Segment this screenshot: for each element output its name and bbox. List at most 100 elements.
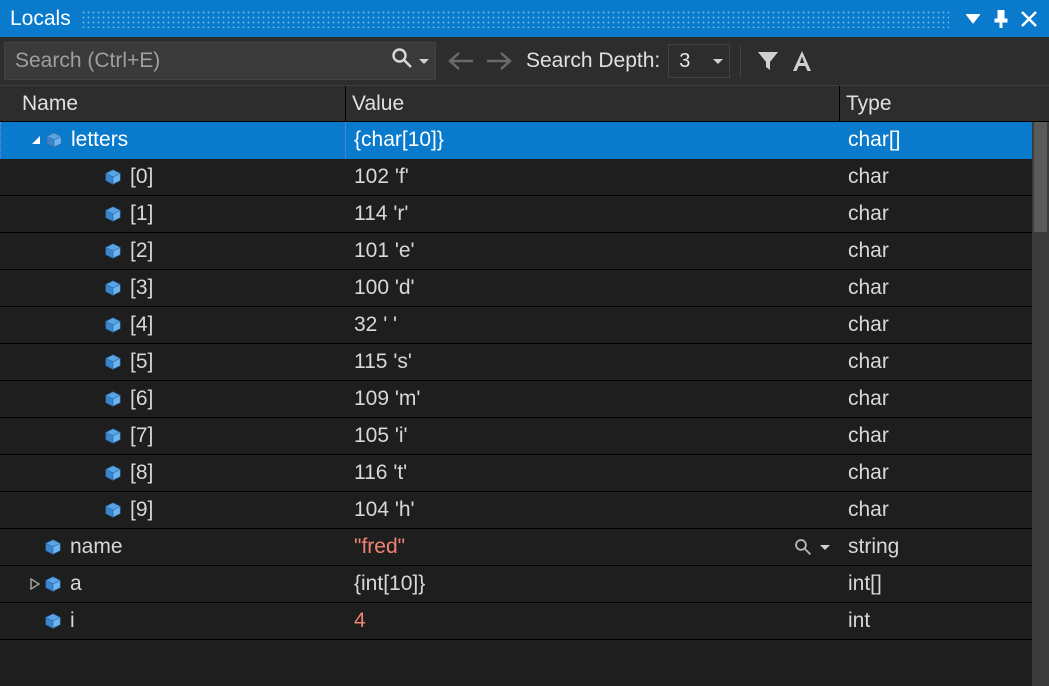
variable-row[interactable]: [4] 32 ' ' char [0, 307, 1049, 344]
variable-row[interactable]: [1]114 'r'char [0, 196, 1049, 233]
search-icon[interactable] [391, 47, 413, 75]
close-button[interactable] [1015, 5, 1043, 33]
column-headers: Name Value Type [0, 86, 1049, 122]
variable-value: 101 'e' [354, 239, 415, 263]
type-cell: char [840, 233, 1008, 269]
variable-row[interactable]: [3] 100 'd' char [0, 270, 1049, 307]
expander-icon [88, 207, 102, 221]
name-cell: [3] [0, 270, 346, 306]
filter-button[interactable] [751, 42, 785, 80]
header-value[interactable]: Value [346, 86, 840, 121]
variable-row[interactable]: [8] 116 't'char [0, 455, 1049, 492]
variable-row[interactable]: a {int[10]} int[] [0, 566, 1049, 603]
letter-a-icon [790, 49, 814, 73]
expander-icon [88, 318, 102, 332]
titlebar-grip[interactable] [81, 10, 949, 28]
expander-icon [88, 244, 102, 258]
search-dropdown-icon[interactable] [419, 59, 429, 64]
value-cell[interactable]: 115 's' [346, 344, 840, 380]
field-icon [104, 242, 122, 260]
type-cell: char [840, 270, 1008, 306]
field-icon [104, 168, 122, 186]
variables-grid: letters{char[10]}char[][0]102 'f'char[1]… [0, 122, 1049, 686]
search-depth-combo[interactable]: 3 [668, 44, 730, 78]
variable-row[interactable]: [7]105 'i'char [0, 418, 1049, 455]
name-cell: [2] [0, 233, 346, 269]
variable-row[interactable]: [9] 104 'h'char [0, 492, 1049, 529]
variable-name: [1] [130, 202, 153, 226]
value-cell[interactable]: 32 ' ' [346, 307, 840, 343]
header-type[interactable]: Type [840, 86, 1008, 121]
field-icon [104, 464, 122, 482]
search-next-button[interactable] [480, 42, 518, 80]
header-name[interactable]: Name [16, 86, 346, 121]
value-cell[interactable]: 109 'm' [346, 381, 840, 417]
type-cell: char [840, 455, 1008, 491]
value-cell[interactable]: 4 [346, 603, 840, 639]
type-cell: char [840, 492, 1008, 528]
pin-button[interactable] [987, 5, 1015, 33]
variable-type: char [848, 350, 889, 374]
expander-icon [88, 429, 102, 443]
name-cell: [0] [0, 159, 346, 195]
variable-row[interactable]: [2] 101 'e' char [0, 233, 1049, 270]
type-cell: char[] [840, 122, 1008, 158]
variable-row[interactable]: [5] 115 's' char [0, 344, 1049, 381]
arrow-right-icon [485, 51, 513, 71]
name-cell: name [0, 529, 346, 565]
scrollbar-thumb[interactable] [1034, 122, 1047, 232]
search-placeholder: Search (Ctrl+E) [15, 49, 391, 73]
window-options-button[interactable] [959, 5, 987, 33]
variable-row[interactable]: name"fred"string [0, 529, 1049, 566]
name-cell: [5] [0, 344, 346, 380]
value-cell[interactable]: {int[10]} [346, 566, 840, 602]
name-cell: [6] [0, 381, 346, 417]
variable-value: 115 's' [354, 350, 412, 374]
field-icon [104, 353, 122, 371]
variable-value: 100 'd' [354, 276, 415, 300]
type-cell: char [840, 381, 1008, 417]
value-cell[interactable]: {char[10]} [346, 122, 840, 158]
variable-name: [8] [130, 461, 153, 485]
variable-name: letters [71, 128, 128, 152]
value-cell[interactable]: 116 't' [346, 455, 840, 491]
variable-value: 109 'm' [354, 387, 420, 411]
variable-name: a [70, 572, 82, 596]
variable-type: char [848, 313, 889, 337]
variable-row[interactable]: [6] 109 'm' char [0, 381, 1049, 418]
value-cell[interactable]: 104 'h' [346, 492, 840, 528]
variable-value: "fred" [354, 535, 405, 559]
expander-icon[interactable] [29, 133, 43, 147]
toolbar: Search (Ctrl+E) Search Depth: 3 [0, 37, 1049, 86]
variable-name: [4] [130, 313, 153, 337]
variable-row[interactable]: [0]102 'f'char [0, 159, 1049, 196]
text-format-button[interactable] [785, 42, 819, 80]
locals-window: Locals Search (Ctrl+E) [0, 0, 1049, 686]
field-icon [104, 205, 122, 223]
search-depth-value: 3 [679, 50, 690, 73]
variable-type: int[] [848, 572, 882, 596]
expander-icon [28, 540, 42, 554]
variable-row[interactable]: letters {char[10]}char[] [0, 122, 1049, 159]
variable-name: [9] [130, 498, 153, 522]
expander-icon [88, 503, 102, 517]
variable-type: char [848, 276, 889, 300]
vertical-scrollbar[interactable] [1032, 122, 1049, 686]
field-icon [104, 390, 122, 408]
search-input[interactable]: Search (Ctrl+E) [4, 42, 436, 80]
variable-row[interactable]: i4int [0, 603, 1049, 640]
value-cell[interactable]: 102 'f' [346, 159, 840, 195]
name-cell: [9] [0, 492, 346, 528]
value-cell[interactable]: 105 'i' [346, 418, 840, 454]
search-prev-button[interactable] [442, 42, 480, 80]
field-icon [104, 427, 122, 445]
value-cell[interactable]: 101 'e' [346, 233, 840, 269]
pin-icon [993, 10, 1009, 28]
value-cell[interactable]: 114 'r' [346, 196, 840, 232]
visualizer-button[interactable] [794, 538, 830, 556]
variable-value: {int[10]} [354, 572, 425, 596]
expander-icon[interactable] [28, 577, 42, 591]
value-cell[interactable]: 100 'd' [346, 270, 840, 306]
value-cell[interactable]: "fred" [346, 529, 840, 565]
name-cell: letters [0, 122, 346, 158]
